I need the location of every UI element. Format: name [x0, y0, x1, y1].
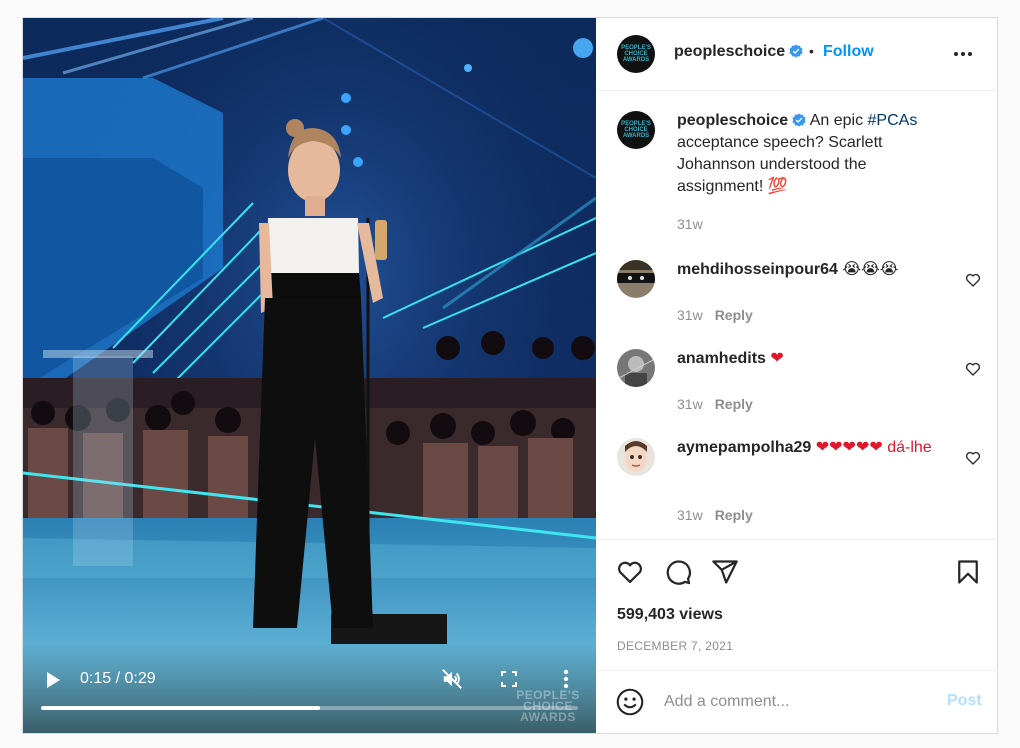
comment-body: 😭😭😭	[842, 261, 899, 278]
comment-time: 31w	[677, 507, 703, 523]
bookmark-icon[interactable]	[954, 558, 982, 586]
mute-button[interactable]	[439, 666, 465, 692]
commenter-avatar[interactable]	[617, 438, 655, 476]
comment-icon[interactable]	[664, 558, 692, 586]
post-options-button[interactable]	[951, 42, 975, 66]
caption-time: 31w	[677, 216, 703, 232]
mute-icon	[442, 669, 462, 689]
post-actions: 599,403 views DECEMBER 7, 2021	[597, 541, 998, 671]
hashtag-link[interactable]: #PCAs	[868, 112, 918, 129]
commenter-avatar[interactable]	[617, 349, 655, 387]
play-button[interactable]	[41, 668, 65, 692]
post-header: PEOPLE'S CHOICE AWARDS peopleschoice • F…	[597, 18, 998, 91]
author-username: peopleschoice	[674, 43, 786, 60]
comment-meta: 31w Reply	[677, 396, 753, 412]
follow-button[interactable]: Follow	[823, 43, 874, 61]
video-watermark: PEOPLE'S CHOICE AWARDS	[516, 688, 580, 724]
comment-text: mehdihosseinpour64 😭😭😭	[677, 259, 939, 281]
comment-input[interactable]	[664, 690, 934, 714]
caption-meta: 31w	[677, 216, 703, 232]
emoji-icon[interactable]	[616, 688, 644, 716]
video-progress-fill	[41, 706, 321, 710]
author-avatar[interactable]: PEOPLE'S CHOICE AWARDS	[617, 35, 655, 73]
heart-icon[interactable]	[965, 450, 981, 466]
comment-time: 31w	[677, 307, 703, 323]
caption-avatar[interactable]: PEOPLE'S CHOICE AWARDS	[617, 111, 655, 149]
separator-dot: •	[809, 43, 814, 59]
comment-body: ❤	[770, 350, 784, 367]
reply-button[interactable]: Reply	[715, 307, 753, 323]
reply-button[interactable]: Reply	[715, 396, 753, 412]
caption-body-start: An epic	[809, 112, 868, 129]
video-progress-bar[interactable]	[41, 706, 578, 710]
comments-list[interactable]: PEOPLE'S CHOICE AWARDS peopleschoice An …	[597, 92, 998, 540]
comment-text: aymepampolha29 ❤❤❤❤❤ dá-lhe	[677, 437, 939, 459]
comment-meta: 31w Reply	[677, 507, 753, 523]
caption-username[interactable]: peopleschoice	[677, 112, 788, 129]
comment-username[interactable]: mehdihosseinpour64	[677, 261, 838, 278]
heart-icon[interactable]	[965, 361, 981, 377]
add-comment-bar: Post	[597, 672, 998, 733]
verified-icon	[789, 44, 803, 58]
post-date: DECEMBER 7, 2021	[617, 639, 734, 653]
more-horizontal-icon	[954, 52, 972, 56]
reply-button[interactable]: Reply	[715, 507, 753, 523]
video-frame	[23, 18, 596, 733]
play-icon	[47, 672, 60, 688]
hundred-emoji: 💯	[767, 178, 788, 195]
heart-icon[interactable]	[965, 272, 981, 288]
commenter-avatar[interactable]	[617, 260, 655, 298]
comment-meta: 31w Reply	[677, 307, 753, 323]
vertical-more-icon	[563, 669, 569, 689]
comment-username[interactable]: aymepampolha29	[677, 439, 811, 456]
author-username-link[interactable]: peopleschoice	[674, 43, 803, 61]
verified-icon	[792, 113, 806, 127]
comment-time: 31w	[677, 396, 703, 412]
video-time: 0:15 / 0:29	[80, 670, 156, 687]
comment-username[interactable]: anamhedits	[677, 350, 766, 367]
comment-text: anamhedits ❤	[677, 348, 939, 370]
video-player[interactable]: 0:15 / 0:29 PEOPLE'S CHOICE AWARDS	[23, 18, 596, 733]
comment-body: ❤❤❤❤❤ dá-lhe	[815, 439, 932, 456]
instagram-post: 0:15 / 0:29 PEOPLE'S CHOICE AWARDS PEOPL…	[22, 17, 998, 734]
post-comment-button[interactable]: Post	[947, 692, 982, 710]
share-icon[interactable]	[711, 558, 739, 586]
view-count[interactable]: 599,403 views	[617, 606, 723, 624]
post-sidebar: PEOPLE'S CHOICE AWARDS peopleschoice • F…	[597, 18, 998, 733]
fullscreen-icon	[501, 671, 517, 687]
caption-text: peopleschoice An epic #PCAs acceptance s…	[677, 110, 939, 198]
heart-icon[interactable]	[616, 558, 644, 586]
